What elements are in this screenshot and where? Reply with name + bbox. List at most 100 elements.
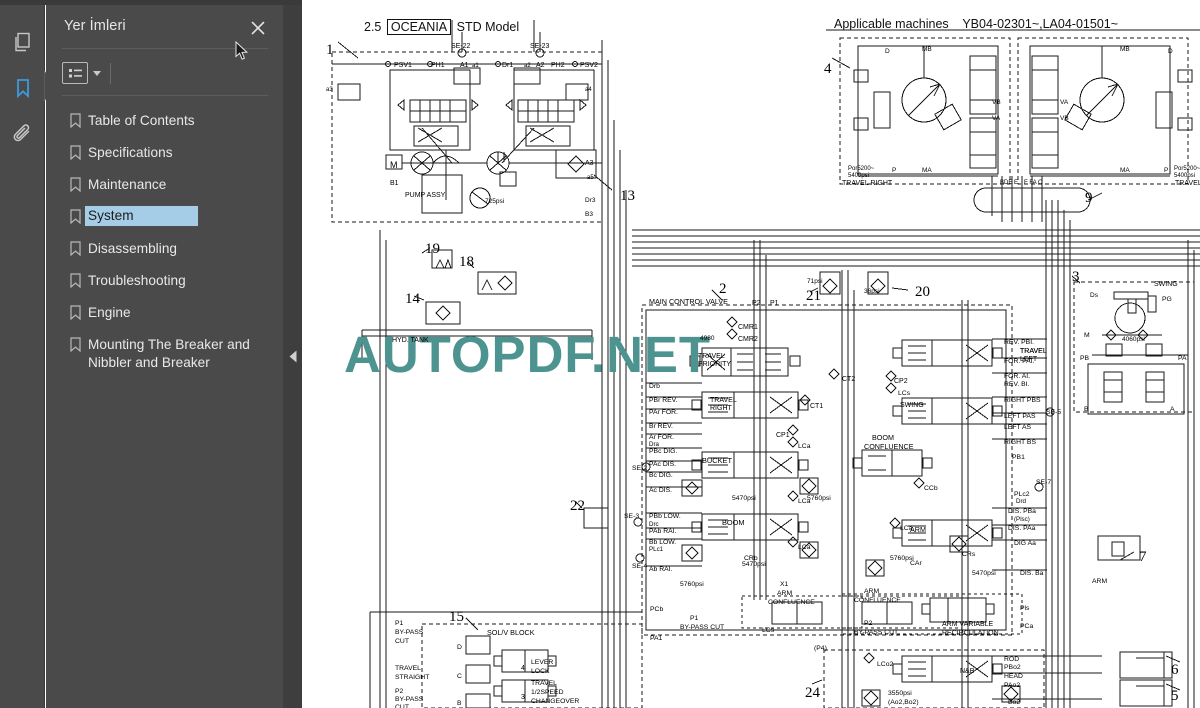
applicable-machines-note: Applicable machines YB04-02301~,LA04-015… — [834, 17, 1118, 31]
schematic-label: CRs — [962, 551, 976, 558]
schematic-label: Dr1 — [502, 62, 514, 69]
schematic-label: (Ao2,Bo2) — [888, 699, 919, 706]
callout-number: 5 — [1171, 688, 1179, 704]
bookmark-item-5[interactable]: Troubleshooting — [62, 266, 272, 298]
collapse-panel-button[interactable] — [286, 348, 300, 364]
schematic-label: BUCKET — [702, 456, 732, 465]
bookmark-item-6[interactable]: Engine — [62, 298, 272, 330]
schematic-label: MA — [922, 167, 932, 174]
schematic-label: 5470psi — [972, 570, 996, 577]
schematic-label: Bo2 — [1008, 699, 1021, 706]
bookmark-item-label: Mounting The Breaker and Nibbler and Bre… — [88, 337, 250, 370]
pdf-viewer-window: Yer İmleri Table of Contents Specificati… — [0, 0, 1200, 708]
attachment-paperclip-icon-button[interactable] — [0, 111, 45, 157]
schematic-label: PSV2 — [580, 62, 598, 69]
mouse-cursor — [235, 41, 249, 60]
schematic-label: TRAVEL RIGHT — [842, 180, 893, 187]
section-number: 2.5 — [364, 20, 382, 34]
close-icon — [251, 21, 265, 35]
callout-number: 20 — [915, 284, 930, 300]
schematic-label: PAo2 — [1004, 682, 1021, 689]
schematic-label: a2 — [524, 63, 531, 69]
schematic-label: PCb — [650, 606, 664, 613]
schematic-label: D — [885, 48, 890, 55]
schematic-label: BOOM — [722, 518, 745, 527]
schematic-label: X1 — [780, 581, 789, 588]
callout-number: 7 — [1139, 549, 1147, 565]
schematic-label: PCa — [1020, 623, 1034, 630]
schematic-label: LEVER — [531, 659, 554, 666]
schematic-label: 4 — [521, 665, 525, 672]
schematic-label: MA — [1120, 167, 1130, 174]
schematic-label: 5760psi — [680, 581, 704, 588]
pages-thumbnail-icon-button[interactable] — [0, 19, 45, 65]
schematic-label: PH1 — [431, 62, 445, 69]
schematic-label: A1 — [460, 62, 469, 69]
schematic-label: Drb — [649, 383, 660, 390]
bookmark-item-1[interactable]: Specifications — [62, 138, 272, 170]
schematic-label: P — [892, 167, 897, 174]
schematic-label: MB — [922, 46, 932, 53]
schematic-label: (P4) — [814, 645, 827, 652]
bookmark-item-icon — [62, 270, 88, 288]
bookmark-item-3[interactable]: System — [62, 202, 272, 234]
schematic-label: N&B — [960, 668, 975, 675]
schematic-label: a5 — [587, 175, 594, 181]
schematic-label: Dr3 — [585, 197, 596, 204]
callout-number: 19 — [425, 241, 440, 257]
schematic-label: BY-PASS CUT — [680, 624, 725, 631]
schematic-label: 5470psi — [732, 495, 756, 502]
schematic-label: Bc DIG. — [649, 472, 673, 479]
schematic-label: Bb LOW. — [649, 539, 677, 546]
close-panel-button[interactable] — [244, 15, 272, 41]
schematic-label: Ab RAI. — [649, 566, 673, 573]
schematic-label: 5760psi — [807, 495, 831, 502]
callout-number: 9 — [1085, 190, 1093, 206]
bookmark-icon — [16, 79, 29, 99]
bookmark-toolbar — [62, 59, 111, 87]
schematic-label: a4 — [585, 87, 592, 93]
schematic-label: LCa — [798, 443, 811, 450]
schematic-label: 3550psi — [888, 690, 912, 697]
schematic-label: ARM VARIABLE — [942, 621, 994, 628]
bookmark-item-7[interactable]: Mounting The Breaker and Nibbler and Bre… — [62, 330, 272, 376]
schematic-label: Ar FOR. — [649, 434, 674, 441]
schematic-label: PSV1 — [394, 62, 412, 69]
bookmark-item-4[interactable]: Disassembling — [62, 234, 272, 266]
page-section-heading: 2.5 OCEANIA STD Model — [364, 19, 519, 35]
bookmark-item-0[interactable]: Table of Contents — [62, 106, 272, 138]
schematic-label: ARM — [1092, 578, 1108, 585]
callout-number: 13 — [620, 188, 635, 204]
schematic-label: 3 — [521, 694, 525, 701]
schematic-label: CP2 — [894, 378, 908, 385]
schematic-label: CCb — [924, 485, 938, 492]
bookmark-icon-button[interactable] — [0, 65, 45, 111]
schematic-label: 4980 — [700, 335, 715, 342]
panel-title: Yer İmleri — [64, 18, 126, 34]
schematic-label: 4060psi — [1122, 336, 1145, 343]
schematic-label: Drc — [649, 521, 659, 528]
chevron-down-icon[interactable] — [93, 70, 101, 76]
schematic-label: Dra — [649, 441, 659, 448]
schematic-label: PB1 — [1012, 454, 1025, 461]
schematic-label: P1 — [770, 300, 779, 307]
list-options-icon-button[interactable] — [62, 62, 88, 84]
schematic-label: Por5200~ — [848, 166, 875, 172]
schematic-label: 5400psi — [848, 173, 870, 179]
schematic-label: ROD — [1004, 656, 1020, 663]
callout-number: 18 — [459, 254, 474, 270]
schematic-label: LCa — [798, 544, 811, 551]
schematic-label: VA — [992, 115, 1001, 122]
pdf-page-canvas[interactable]: 2.5 OCEANIA STD Model Applicable machine… — [302, 0, 1200, 708]
callout-number: 2 — [719, 281, 727, 297]
schematic-label: TRAVEL — [698, 353, 725, 360]
schematic-label: 5400psi — [1174, 173, 1196, 179]
schematic-label: A2 — [536, 62, 545, 69]
schematic-label: P2 — [864, 620, 873, 627]
schematic-label: Drd — [1016, 498, 1026, 505]
schematic-label: 36psi — [864, 288, 880, 295]
schematic-label: BY-PASS — [395, 696, 424, 703]
bookmark-item-2[interactable]: Maintenance — [62, 170, 272, 202]
bookmark-item-label: Specifications — [88, 145, 173, 160]
schematic-label: RIGHT — [710, 405, 732, 412]
